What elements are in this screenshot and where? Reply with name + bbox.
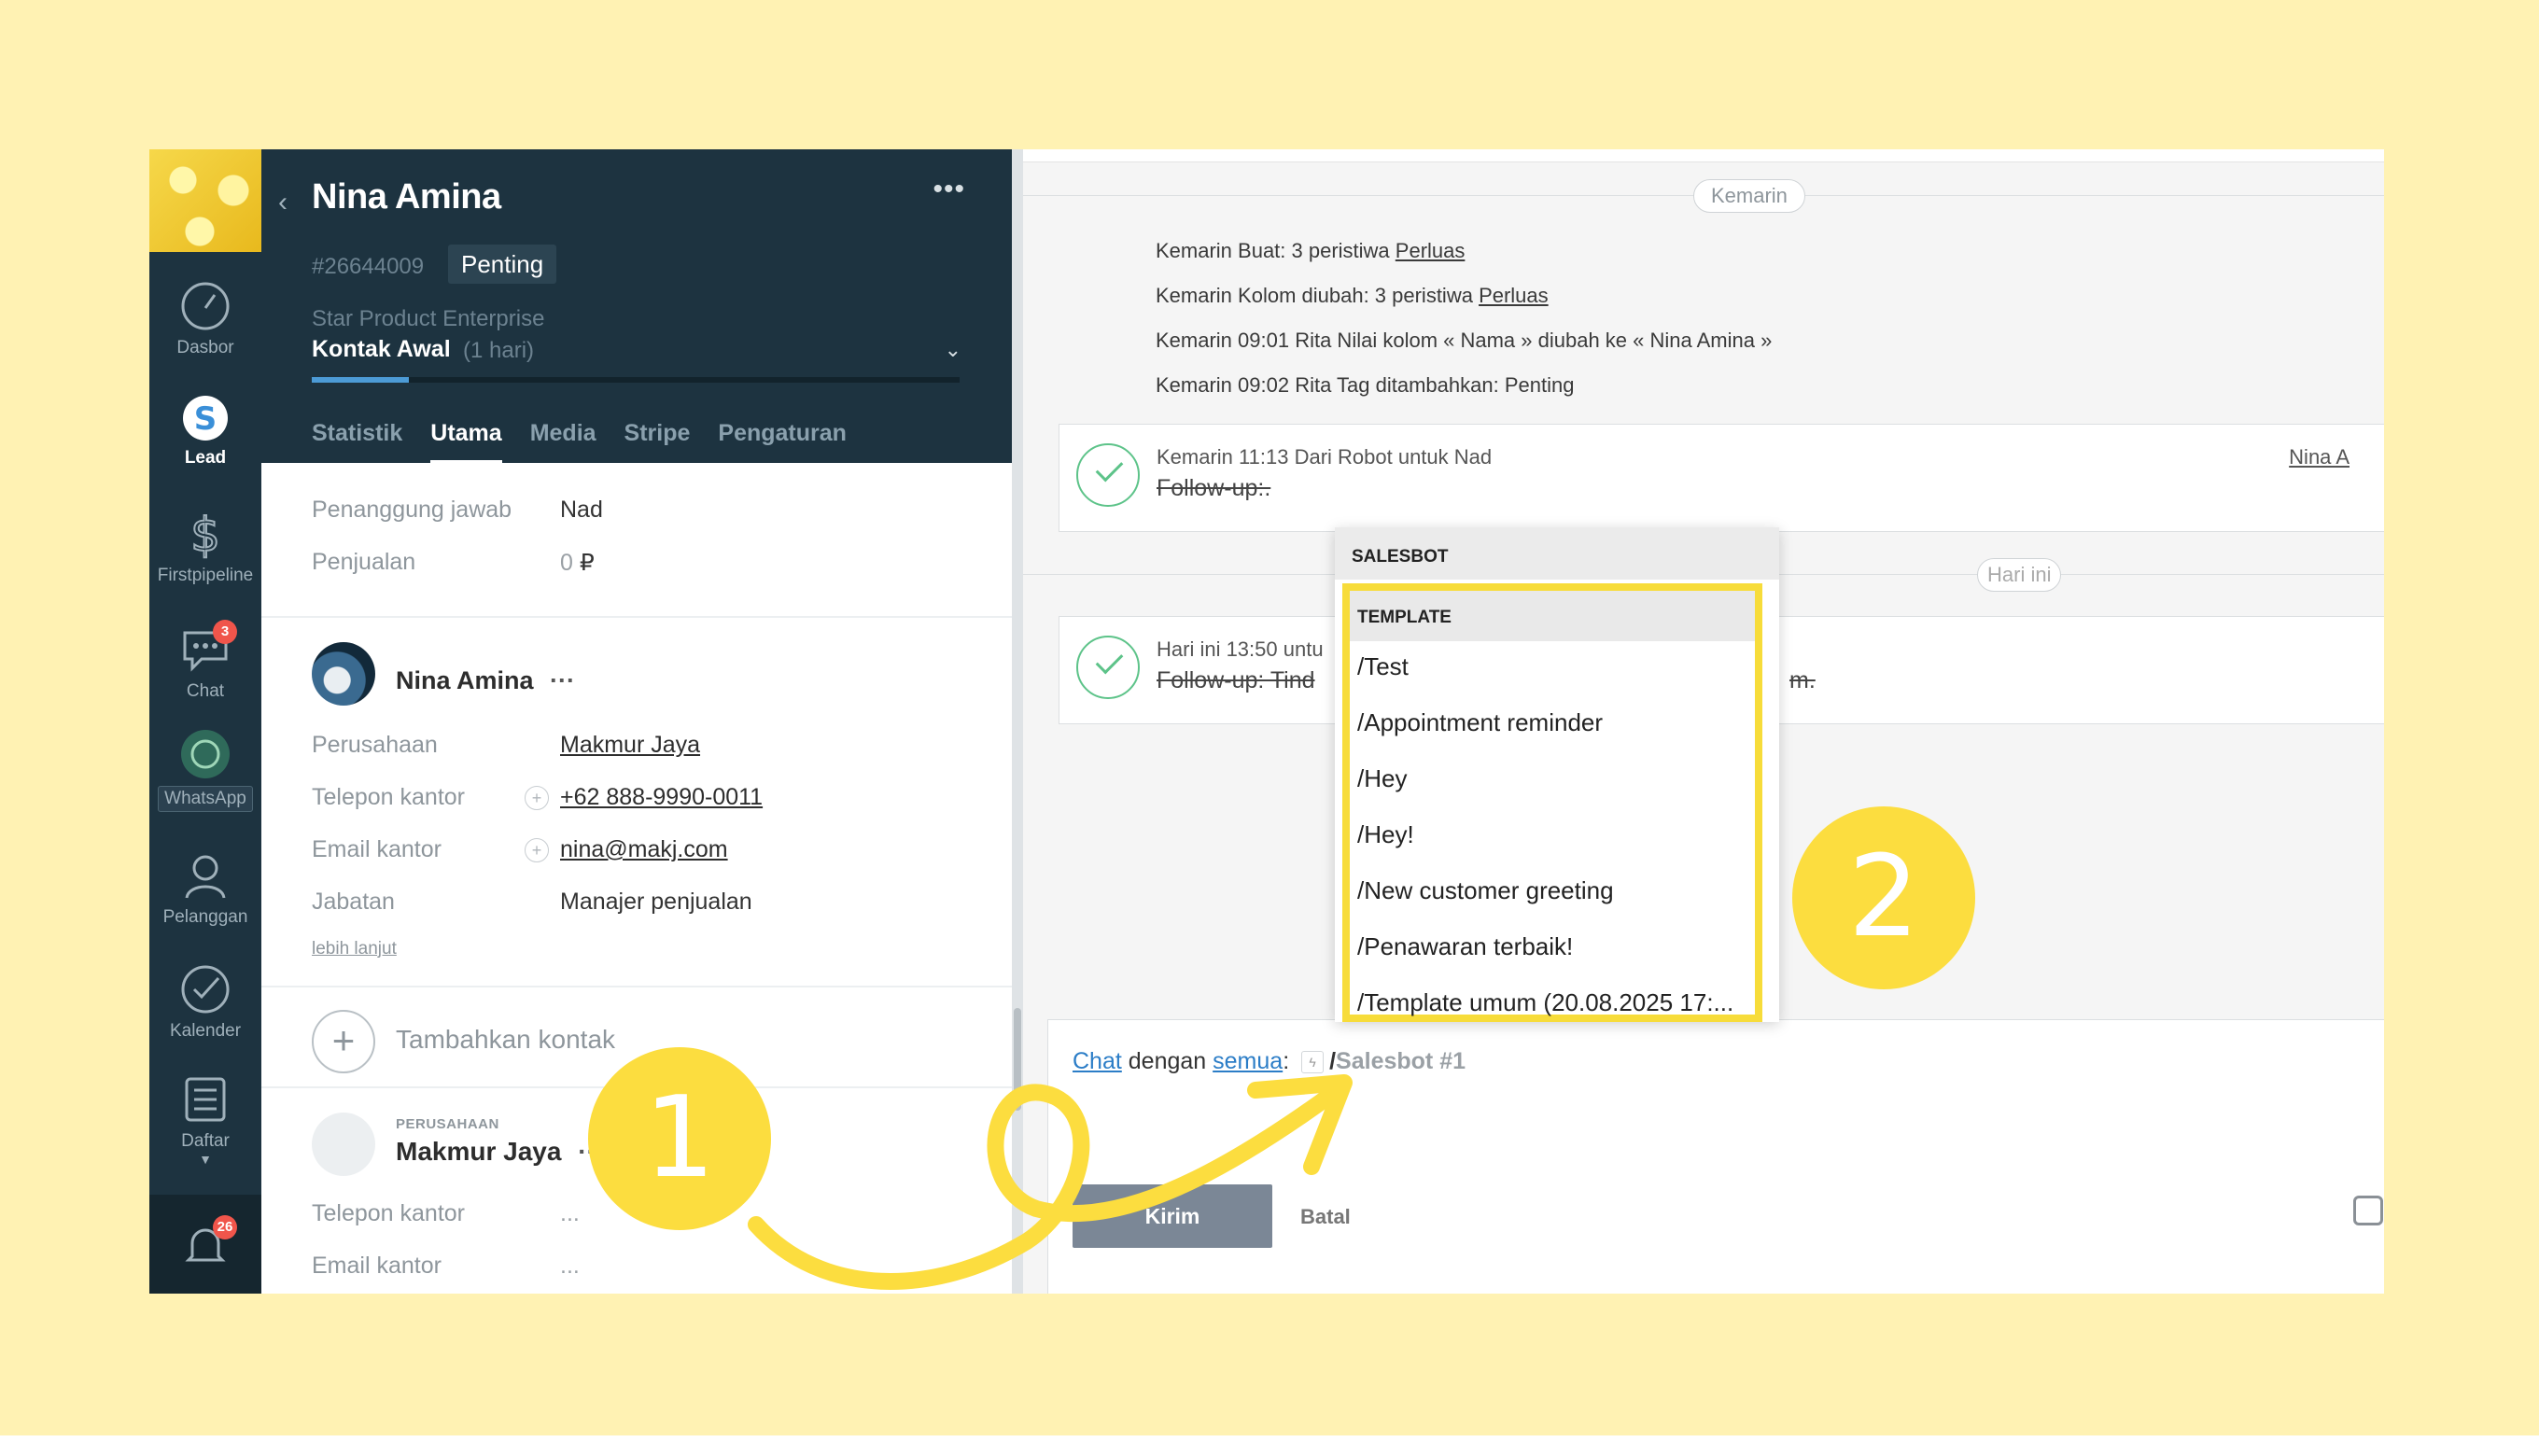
annotation-arrow [748,1074,1353,1290]
callout-step-1: 1 [588,1047,771,1230]
callout-step-2: 2 [1792,806,1975,989]
